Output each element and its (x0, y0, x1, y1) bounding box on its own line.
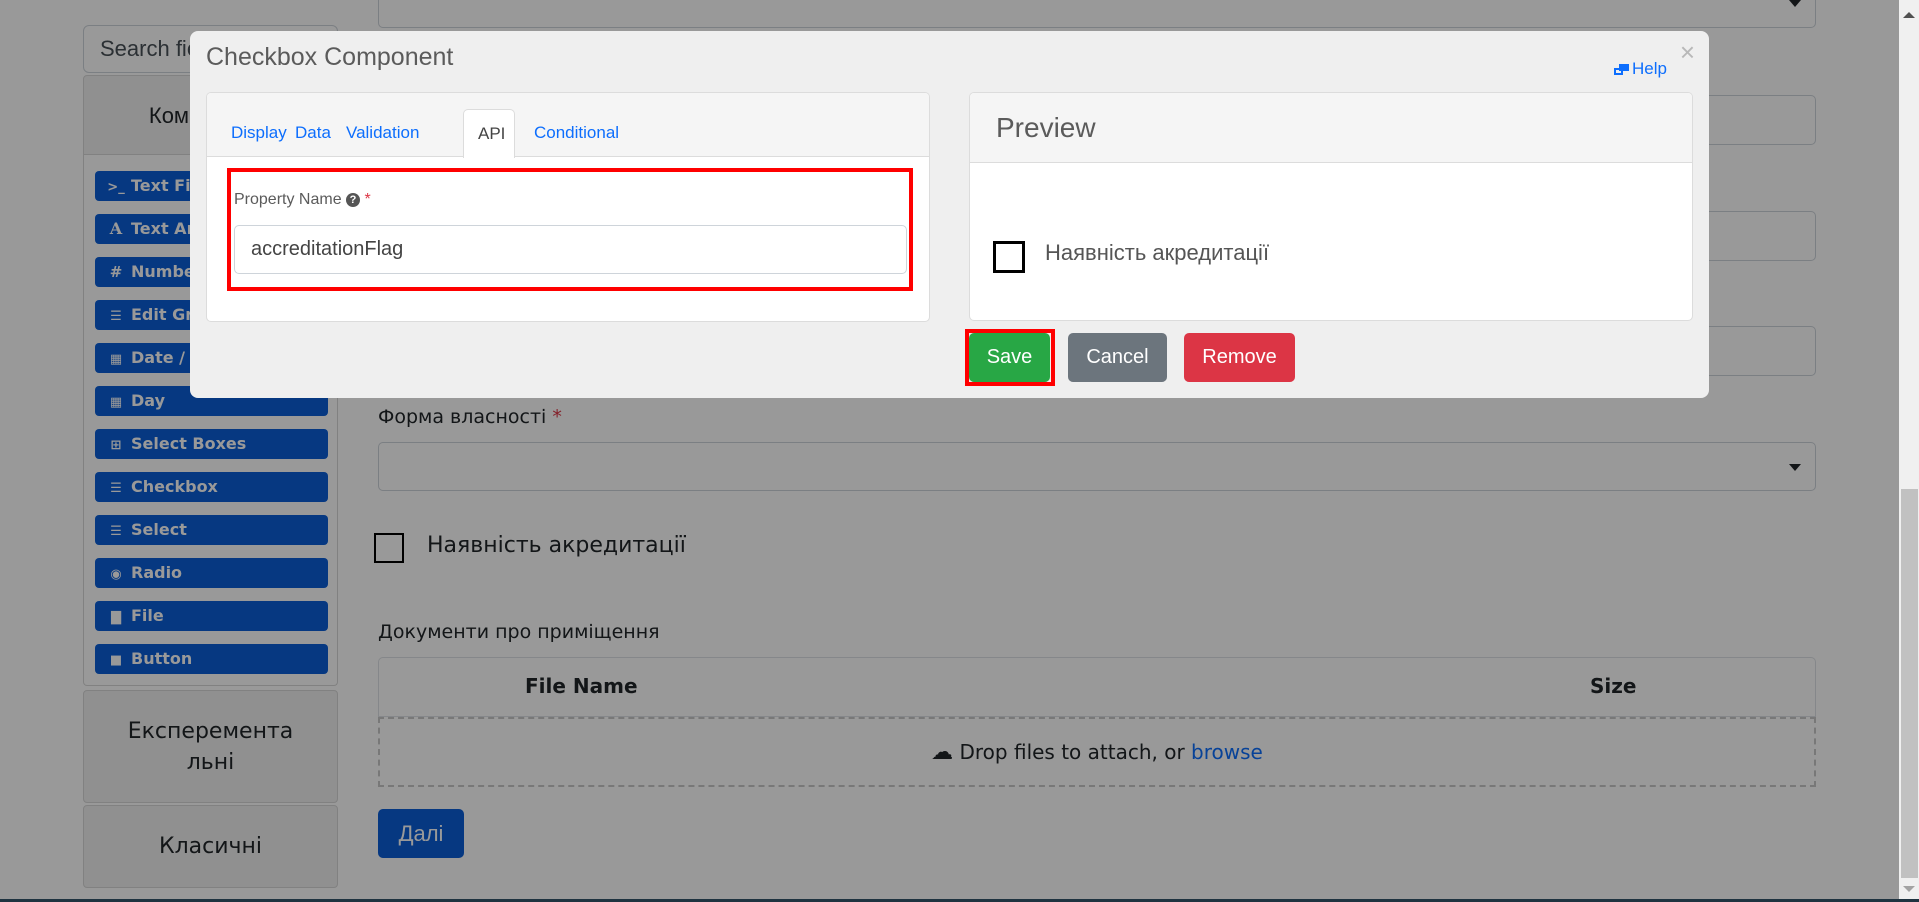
help-label: Help (1632, 59, 1667, 78)
preview-card: Preview Наявність акредитації (969, 92, 1693, 321)
remove-button[interactable]: Remove (1184, 333, 1295, 382)
tab-validation[interactable]: Validation (332, 109, 433, 157)
scroll-up-icon[interactable] (1903, 12, 1915, 18)
external-window-icon (1614, 64, 1630, 75)
modal-title: Checkbox Component (206, 43, 454, 71)
tab-api[interactable]: API (463, 109, 515, 158)
scrollbar-thumb[interactable] (1901, 489, 1918, 878)
save-highlight-box (965, 329, 1055, 386)
help-link[interactable]: Help (1614, 59, 1667, 79)
form-builder-page: Search field(s) Компоненти >_Text Field … (0, 0, 1899, 899)
property-name-input[interactable]: accreditationFlag (234, 225, 907, 274)
tab-conditional[interactable]: Conditional (520, 109, 633, 157)
preview-title: Preview (970, 93, 1692, 163)
preview-checkbox[interactable] (993, 241, 1025, 273)
settings-tabs: Display Data Validation API Conditional (207, 93, 929, 158)
property-name-label: Property Name ? * (234, 191, 371, 209)
question-circle-icon[interactable]: ? (346, 193, 361, 207)
preview-checkbox-label: Наявність акредитації (1045, 240, 1270, 265)
required-mark: * (364, 191, 371, 208)
close-icon[interactable]: × (1680, 37, 1695, 68)
cancel-button[interactable]: Cancel (1068, 333, 1167, 382)
checkbox-component-modal: Checkbox Component × Help Display Data V… (190, 31, 1709, 398)
settings-card: Display Data Validation API Conditional … (206, 92, 930, 322)
property-name-text: Property Name (234, 191, 342, 208)
scroll-down-icon[interactable] (1903, 886, 1915, 892)
